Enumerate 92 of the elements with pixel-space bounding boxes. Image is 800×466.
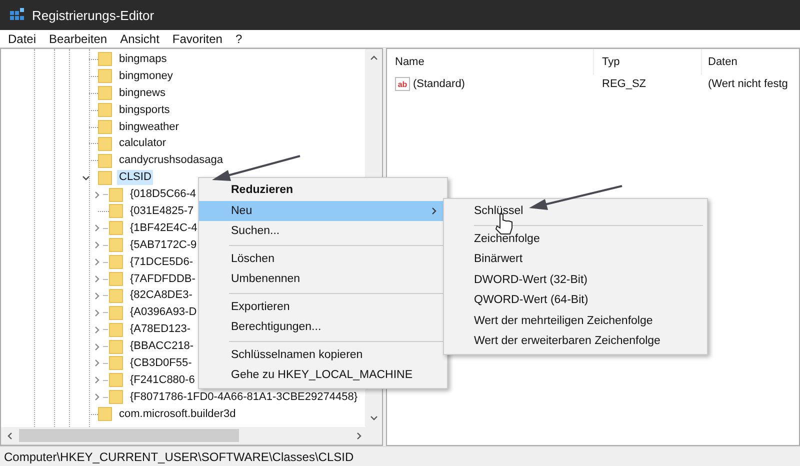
folder-icon bbox=[109, 188, 123, 202]
folder-icon bbox=[109, 204, 123, 218]
folder-icon bbox=[109, 221, 123, 236]
context-menu-item[interactable]: Umbenennen bbox=[199, 269, 447, 290]
menu-item[interactable]: ? bbox=[235, 32, 242, 46]
folder-icon bbox=[98, 103, 112, 118]
folder-icon bbox=[109, 288, 123, 303]
folder-icon bbox=[109, 373, 123, 388]
expand-chevron-icon[interactable] bbox=[92, 274, 102, 284]
folder-icon bbox=[109, 390, 123, 404]
expand-chevron-icon[interactable] bbox=[92, 290, 102, 301]
submenu-item[interactable]: Schlüssel bbox=[444, 201, 707, 222]
tree-item[interactable]: com.microsoft.builder3d bbox=[117, 406, 238, 422]
expand-chevron-icon[interactable] bbox=[92, 392, 102, 402]
submenu-item[interactable]: Binärwert bbox=[444, 249, 707, 270]
status-bar: Computer\HKEY_CURRENT_USER\SOFTWARE\Classes\CLSID bbox=[0, 446, 800, 466]
folder-icon bbox=[109, 255, 123, 270]
expand-chevron-icon[interactable] bbox=[92, 324, 102, 335]
submenu-item[interactable]: DWORD-Wert (32-Bit) bbox=[444, 270, 707, 290]
menu-item[interactable]: Favoriten bbox=[172, 32, 222, 46]
tree-item[interactable]: {5AB7172C-9 bbox=[128, 238, 199, 253]
string-value-icon: ab bbox=[395, 77, 410, 91]
folder-icon bbox=[98, 52, 112, 66]
folder-icon bbox=[98, 407, 112, 422]
value-data: (Wert nicht festg bbox=[707, 78, 789, 90]
tree-item[interactable]: {A78ED123- bbox=[128, 322, 193, 338]
column-header[interactable]: Name bbox=[387, 49, 593, 75]
scroll-right-icon[interactable] bbox=[354, 430, 364, 440]
tree-item[interactable]: {A0396A93-D bbox=[128, 305, 199, 320]
folder-icon bbox=[109, 238, 123, 252]
scroll-down-icon[interactable] bbox=[368, 413, 378, 423]
column-header[interactable]: Typ bbox=[593, 49, 701, 75]
folder-icon bbox=[98, 69, 112, 84]
tree-item[interactable]: {1BF42E4C-4 bbox=[128, 220, 200, 236]
scrollbar-thumb[interactable] bbox=[19, 429, 239, 442]
menu-item[interactable]: Ansicht bbox=[120, 32, 160, 46]
tree-item[interactable]: bingnews bbox=[117, 86, 168, 101]
context-menu-item[interactable]: Exportieren bbox=[199, 296, 447, 317]
tree-item[interactable]: bingmaps bbox=[117, 52, 169, 67]
tree-item[interactable]: {F241C880-6 bbox=[128, 372, 197, 388]
scroll-left-icon[interactable] bbox=[5, 430, 15, 440]
tree-item[interactable]: bingweather bbox=[117, 120, 181, 134]
context-menu-item[interactable]: Schlüsselnamen kopieren bbox=[199, 344, 447, 365]
expand-chevron-icon[interactable] bbox=[92, 358, 102, 368]
expand-chevron-icon[interactable] bbox=[92, 240, 102, 250]
expand-chevron-icon[interactable] bbox=[92, 375, 102, 386]
folder-icon bbox=[98, 170, 112, 185]
submenu-item[interactable]: Wert der mehrteiligen Zeichenfolge bbox=[444, 310, 707, 331]
submenu-item[interactable]: QWORD-Wert (64-Bit) bbox=[444, 290, 707, 310]
folder-icon bbox=[98, 86, 112, 100]
tree-item[interactable]: bingmoney bbox=[117, 68, 175, 84]
context-menu-item[interactable]: Löschen bbox=[199, 248, 447, 269]
value-type: REG_SZ bbox=[601, 78, 648, 90]
context-menu-item[interactable]: Suchen... bbox=[199, 221, 447, 242]
tree-item[interactable]: calculator bbox=[117, 136, 168, 152]
tree-item[interactable]: {7AFDFDDB- bbox=[128, 272, 198, 287]
tree-item[interactable]: {71DCE5D6- bbox=[128, 254, 195, 270]
tree-item[interactable]: CLSID bbox=[117, 170, 154, 186]
hand-cursor-icon bbox=[495, 214, 512, 234]
folder-icon bbox=[109, 322, 123, 337]
folder-icon bbox=[98, 154, 112, 168]
horizontal-scrollbar[interactable] bbox=[1, 427, 382, 445]
tree-item[interactable]: {F8071786-1FD0-4A66-81A1-3CBE29274458} bbox=[128, 390, 360, 405]
menu-item[interactable]: Bearbeiten bbox=[49, 32, 108, 46]
column-header[interactable]: Daten bbox=[701, 49, 799, 75]
context-menu-item[interactable]: Gehe zu HKEY_LOCAL_MACHINE bbox=[199, 365, 447, 386]
submenu-item[interactable]: Zeichenfolge bbox=[444, 228, 707, 249]
tree-item[interactable]: {018D5C66-4 bbox=[128, 187, 198, 202]
folder-icon bbox=[109, 356, 123, 370]
tree-item[interactable]: {BBACC218- bbox=[128, 339, 196, 354]
expand-chevron-icon[interactable] bbox=[92, 308, 102, 318]
tree-item[interactable]: {CB3D0F55- bbox=[128, 356, 194, 371]
window-title: Registrierungs-Editor bbox=[32, 8, 154, 22]
folder-icon bbox=[98, 136, 112, 151]
folder-icon bbox=[109, 306, 123, 320]
expand-chevron-icon[interactable] bbox=[92, 342, 102, 352]
expand-chevron-icon[interactable] bbox=[92, 223, 102, 234]
registry-app-icon bbox=[10, 8, 24, 22]
expand-chevron-icon[interactable] bbox=[92, 257, 102, 268]
context-menu-item[interactable]: Reduzieren bbox=[199, 180, 447, 200]
tree-item[interactable]: {031E4825-7 bbox=[128, 204, 196, 219]
menu-item[interactable]: Datei bbox=[8, 32, 36, 46]
folder-icon bbox=[109, 340, 123, 354]
context-menu-item[interactable]: Berechtigungen... bbox=[199, 317, 447, 338]
value-name: (Standard) bbox=[413, 78, 465, 90]
folder-icon bbox=[98, 120, 112, 134]
tree-item[interactable]: {82CA8DE3- bbox=[128, 288, 194, 304]
folder-icon bbox=[109, 272, 123, 286]
tree-item[interactable]: candycrushsodasaga bbox=[117, 153, 225, 168]
expand-chevron-icon[interactable] bbox=[92, 190, 102, 200]
submenu-item[interactable]: Wert der erweiterbaren Zeichenfolge bbox=[444, 331, 707, 352]
tree-item[interactable]: bingsports bbox=[117, 102, 172, 118]
